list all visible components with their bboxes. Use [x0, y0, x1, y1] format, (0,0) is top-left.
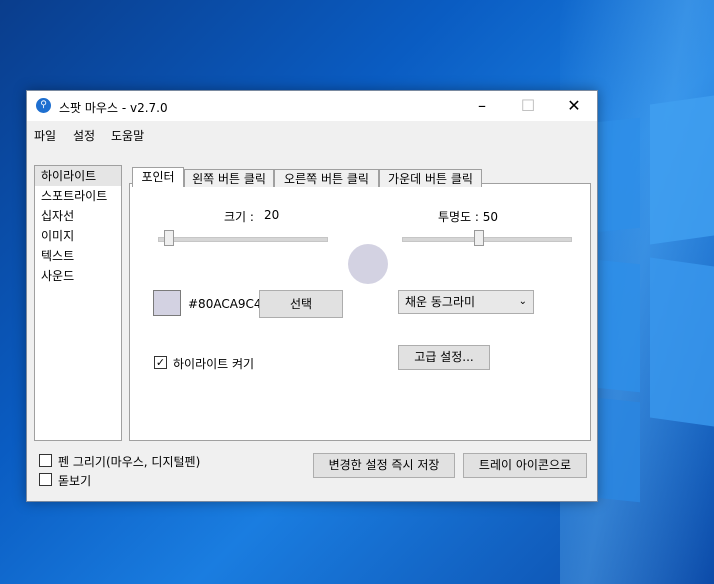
save-settings-button[interactable]: 변경한 설정 즉시 저장: [313, 453, 455, 478]
title-bar[interactable]: ⚲ 스팟 마우스 - v2.7.0 – ☐ ✕: [27, 91, 597, 121]
sidebar-item-spotlight[interactable]: 스포트라이트: [35, 186, 121, 206]
size-value: 20: [264, 208, 280, 222]
highlight-on-label: 하이라이트 켜기: [173, 357, 255, 371]
menu-bar: 파일 설정 도움말: [27, 121, 597, 147]
menu-help[interactable]: 도움말: [111, 127, 144, 144]
window-title: 스팟 마우스 - v2.7.0: [59, 101, 168, 115]
minimize-button[interactable]: –: [459, 91, 505, 121]
sidebar-item-image[interactable]: 이미지: [35, 226, 121, 246]
menu-settings[interactable]: 설정: [73, 127, 95, 144]
opacity-slider-track[interactable]: [402, 237, 572, 242]
color-select-button[interactable]: 선택: [259, 290, 343, 318]
shape-dropdown[interactable]: 채운 동그라미 ⌄: [398, 290, 534, 314]
highlight-on-checkbox[interactable]: ✓: [154, 356, 167, 369]
pointer-preview: [348, 244, 388, 284]
sidebar-item-highlight[interactable]: 하이라이트: [35, 166, 121, 186]
maximize-button[interactable]: ☐: [505, 91, 551, 121]
magnifier-checkbox[interactable]: [39, 473, 52, 486]
opacity-label: 투명도 : 50: [438, 210, 499, 224]
shape-dropdown-value: 채운 동그라미: [405, 295, 476, 309]
chevron-down-icon: ⌄: [518, 296, 527, 307]
pen-draw-label: 펜 그리기(마우스, 디지털펜): [58, 455, 201, 469]
size-slider-track[interactable]: [158, 237, 328, 242]
windows-logo-pane: [596, 397, 640, 503]
size-slider-thumb[interactable]: [164, 230, 174, 246]
menu-file[interactable]: 파일: [34, 127, 56, 144]
feature-list: 하이라이트 스포트라이트 십자선 이미지 텍스트 사운드: [34, 165, 122, 441]
advanced-settings-button[interactable]: 고급 설정...: [398, 345, 490, 370]
windows-logo-pane: [596, 259, 640, 393]
sidebar-item-sound[interactable]: 사운드: [35, 266, 121, 286]
sidebar-item-crosshair[interactable]: 십자선: [35, 206, 121, 226]
tab-pointer[interactable]: 포인터: [132, 167, 184, 187]
tab-left-click[interactable]: 왼쪽 버튼 클릭: [184, 169, 274, 187]
opacity-slider-thumb[interactable]: [474, 230, 484, 246]
magnifier-label: 돋보기: [58, 474, 92, 488]
windows-logo-pane: [650, 95, 714, 245]
windows-logo-pane: [650, 257, 714, 427]
app-icon: ⚲: [36, 98, 51, 113]
pen-draw-checkbox[interactable]: [39, 454, 52, 467]
size-label: 크기 :: [224, 210, 254, 224]
windows-logo-pane: [596, 117, 640, 233]
tab-panel: 포인터 왼쪽 버튼 클릭 오른쪽 버튼 클릭 가운데 버튼 클릭 크기 : 20…: [129, 167, 591, 441]
tab-right-click[interactable]: 오른쪽 버튼 클릭: [274, 169, 379, 187]
tab-middle-click[interactable]: 가운데 버튼 클릭: [379, 169, 482, 187]
app-window: ⚲ 스팟 마우스 - v2.7.0 – ☐ ✕ 파일 설정 도움말 하이라이트 …: [26, 90, 598, 502]
close-button[interactable]: ✕: [551, 91, 597, 121]
sidebar-item-text[interactable]: 텍스트: [35, 246, 121, 266]
color-hex-value: #80ACA9C4: [188, 297, 262, 311]
tray-icon-button[interactable]: 트레이 아이콘으로: [463, 453, 587, 478]
color-swatch[interactable]: [153, 290, 181, 316]
